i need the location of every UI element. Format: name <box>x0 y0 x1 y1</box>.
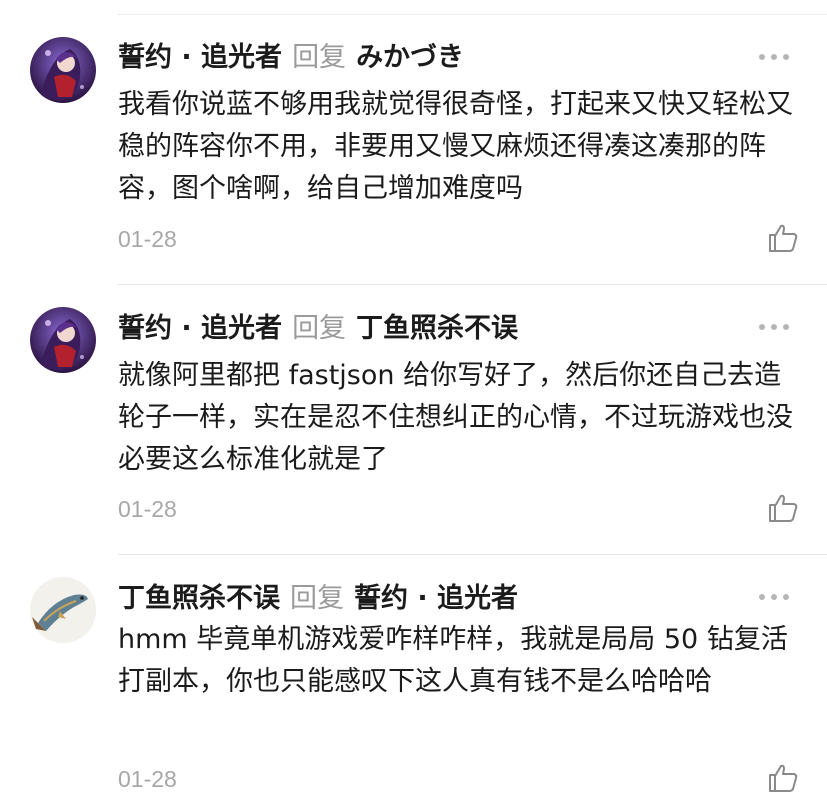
comment-date: 01-28 <box>118 496 177 522</box>
reply-label: 回复 <box>292 41 347 73</box>
avatar[interactable] <box>30 577 96 643</box>
more-dots-icon <box>759 54 765 60</box>
more-dot <box>771 594 777 600</box>
comment-date: 01-28 <box>118 766 177 792</box>
more-dot <box>783 324 789 330</box>
comment-text: 我看你说蓝不够用我就觉得很奇怪，打起来又快又轻松又稳的阵容你不用，非要用又慢又麻… <box>118 89 793 204</box>
reply-target-name[interactable]: みかづき <box>356 35 464 74</box>
more-options-button[interactable] <box>759 322 789 332</box>
like-button[interactable] <box>767 222 799 254</box>
comment-header: 誓约 · 追光者 回复 丁鱼照杀不误 <box>118 305 518 345</box>
more-dot <box>783 54 789 60</box>
comment-item: 誓约 · 追光者 回复 丁鱼照杀不误 就像阿里都把 fastjson 给你写好了… <box>0 285 827 555</box>
more-dot <box>771 324 777 330</box>
reply-label: 回复 <box>290 582 344 614</box>
author-name[interactable]: 誓约 · 追光者 <box>118 35 282 74</box>
fish-avatar-icon <box>30 577 96 643</box>
comment-date: 01-28 <box>118 226 177 252</box>
more-dot <box>783 594 789 600</box>
avatar[interactable] <box>30 307 96 373</box>
more-dot <box>771 54 777 60</box>
more-dots-icon <box>759 594 765 600</box>
like-button[interactable] <box>767 492 799 524</box>
thumbs-up-icon <box>769 764 798 792</box>
comment-item: 丁鱼照杀不误 回复 誓约 · 追光者 hmm 毕竟单机游戏爱咋样咋样，我就是局局… <box>0 555 827 803</box>
more-options-button[interactable] <box>759 592 789 602</box>
comment-text: 就像阿里都把 fastjson 给你写好了，然后你还自己去造轮子一样，实在是忍不… <box>118 360 793 475</box>
thumbs-up-icon <box>769 224 798 252</box>
reply-target-name[interactable]: 丁鱼照杀不误 <box>356 306 518 345</box>
reply-label: 回复 <box>292 312 347 344</box>
author-name[interactable]: 丁鱼照杀不误 <box>118 576 280 615</box>
anime-character-avatar-icon <box>30 37 96 103</box>
comment-header: 丁鱼照杀不误 回复 誓约 · 追光者 <box>118 575 518 615</box>
thumbs-up-icon <box>769 494 798 522</box>
comment-text: hmm 毕竟单机游戏爱咋样咋样，我就是局局 50 钻复活打副本，你也只能感叹下这… <box>118 624 788 697</box>
avatar[interactable] <box>30 37 96 103</box>
comment-thread: 誓约 · 追光者 回复 みかづき 我看你说蓝不够用我就觉得很奇怪，打起来又快又轻… <box>0 0 827 803</box>
author-name[interactable]: 誓约 · 追光者 <box>118 306 282 345</box>
reply-target-name[interactable]: 誓约 · 追光者 <box>354 576 518 615</box>
more-options-button[interactable] <box>759 52 789 62</box>
anime-character-avatar-icon <box>30 307 96 373</box>
like-button[interactable] <box>767 762 799 794</box>
comment-header: 誓约 · 追光者 回复 みかづき <box>118 34 464 74</box>
comment-item: 誓约 · 追光者 回复 みかづき 我看你说蓝不够用我就觉得很奇怪，打起来又快又轻… <box>0 0 827 285</box>
more-dots-icon <box>759 324 765 330</box>
